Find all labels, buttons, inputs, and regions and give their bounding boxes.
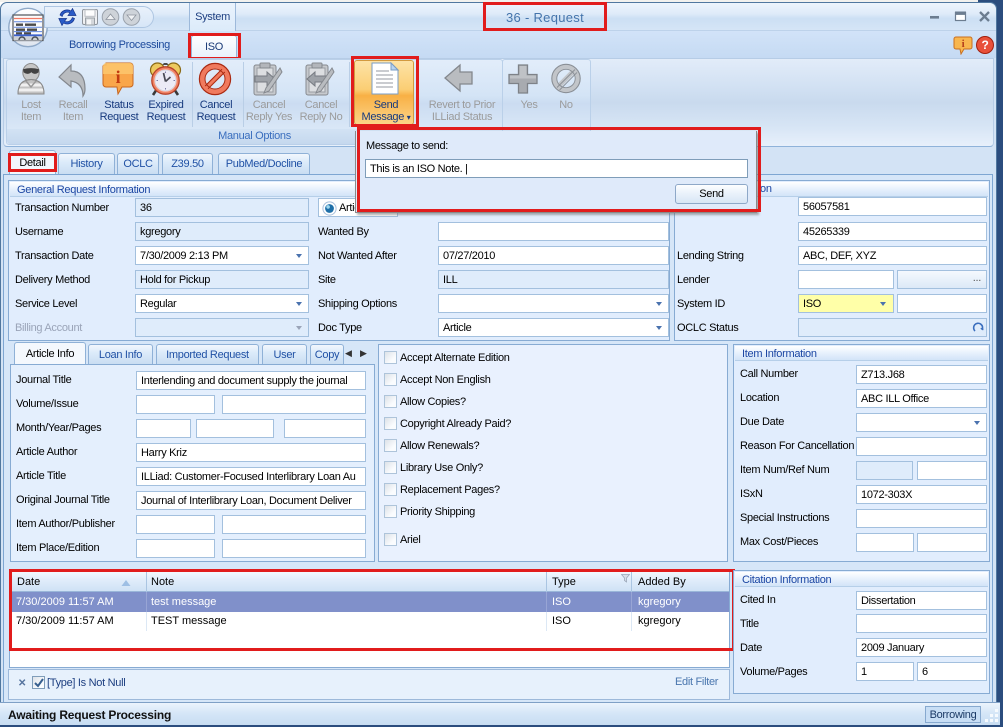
svg-text:i: i: [962, 38, 965, 50]
svg-text:i: i: [116, 67, 121, 87]
svg-text:?: ?: [981, 38, 988, 52]
